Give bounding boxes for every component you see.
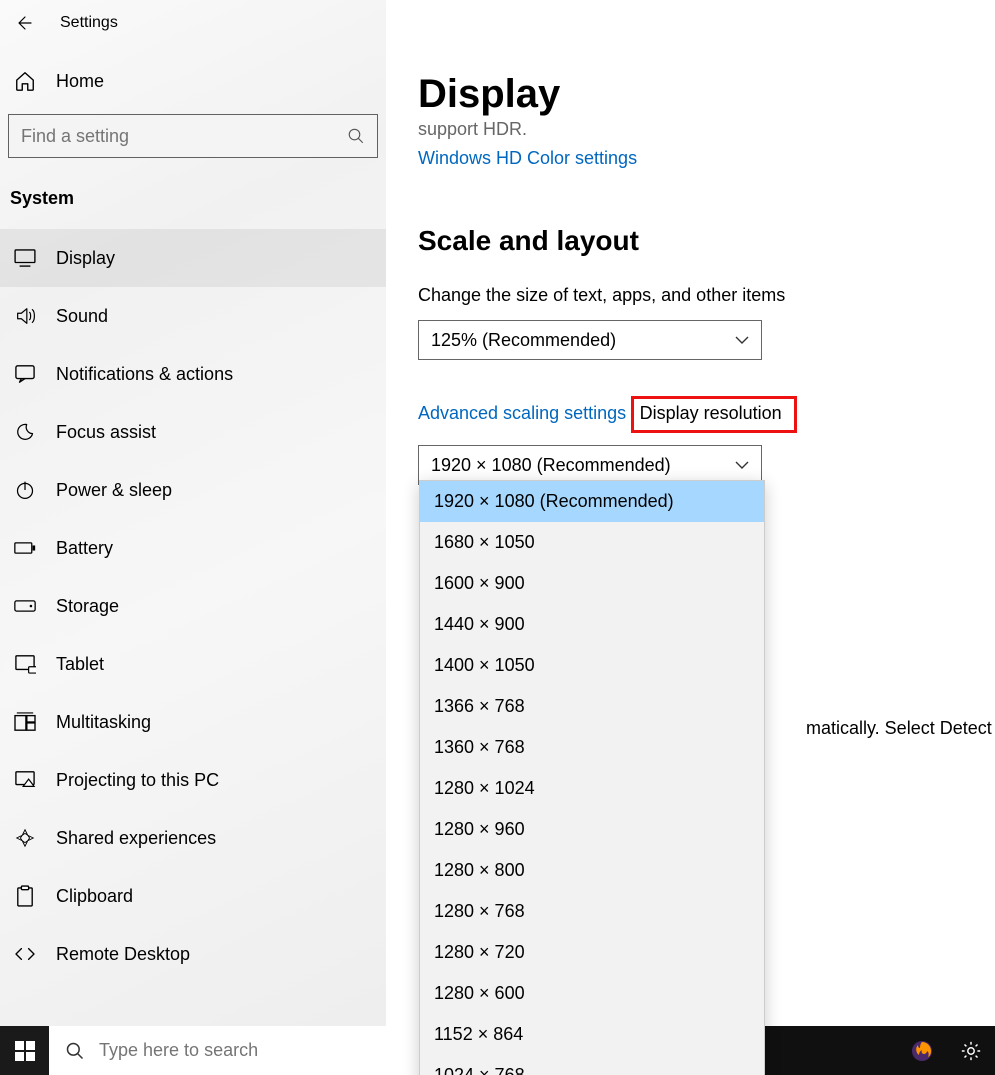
sidebar-nav: Display Sound Notifications & actions Fo… <box>0 229 386 983</box>
resolution-option[interactable]: 1400 × 1050 <box>420 645 764 686</box>
sidebar-item-label: Sound <box>56 306 108 327</box>
back-button[interactable] <box>14 12 36 34</box>
sidebar-item-label: Storage <box>56 596 119 617</box>
sidebar-item-tablet[interactable]: Tablet <box>0 635 386 693</box>
sound-icon <box>14 305 36 327</box>
resolution-option[interactable]: 1280 × 1024 <box>420 768 764 809</box>
taskbar-firefox[interactable] <box>897 1026 946 1075</box>
sidebar-item-label: Focus assist <box>56 422 156 443</box>
sidebar-item-shared-experiences[interactable]: Shared experiences <box>0 809 386 867</box>
projecting-icon <box>14 769 36 791</box>
resolution-option[interactable]: 1440 × 900 <box>420 604 764 645</box>
sidebar-item-multitasking[interactable]: Multitasking <box>0 693 386 751</box>
hdr-subtext: support HDR. <box>418 119 975 140</box>
scale-select-value: 125% (Recommended) <box>431 330 616 351</box>
sidebar-item-label: Power & sleep <box>56 480 172 501</box>
clipboard-icon <box>14 885 36 907</box>
power-icon <box>14 479 36 501</box>
taskbar-settings[interactable] <box>946 1026 995 1075</box>
sidebar-item-notifications[interactable]: Notifications & actions <box>0 345 386 403</box>
resolution-option[interactable]: 1280 × 720 <box>420 932 764 973</box>
resolution-option[interactable]: 1152 × 864 <box>420 1014 764 1055</box>
resolution-select[interactable]: 1920 × 1080 (Recommended) <box>418 445 762 485</box>
storage-icon <box>14 595 36 617</box>
arrow-left-icon <box>16 14 34 32</box>
shared-icon <box>14 827 36 849</box>
sidebar-item-clipboard[interactable]: Clipboard <box>0 867 386 925</box>
sidebar-item-label: Remote Desktop <box>56 944 190 965</box>
page-title: Display <box>418 0 975 117</box>
sidebar-item-battery[interactable]: Battery <box>0 519 386 577</box>
tablet-icon <box>14 653 36 675</box>
resolution-option[interactable]: 1280 × 768 <box>420 891 764 932</box>
advanced-scaling-link[interactable]: Advanced scaling settings <box>418 403 626 424</box>
resolution-option[interactable]: 1280 × 800 <box>420 850 764 891</box>
sidebar-home[interactable]: Home <box>0 58 386 104</box>
sidebar-item-focus-assist[interactable]: Focus assist <box>0 403 386 461</box>
resolution-option[interactable]: 1600 × 900 <box>420 563 764 604</box>
chevron-down-icon <box>735 336 749 344</box>
resolution-option[interactable]: 1920 × 1080 (Recommended) <box>420 481 764 522</box>
scale-heading: Scale and layout <box>418 225 975 257</box>
monitor-icon <box>14 247 36 269</box>
sidebar-item-label: Notifications & actions <box>56 364 233 385</box>
window-title: Settings <box>60 14 118 32</box>
sidebar-item-label: Shared experiences <box>56 828 216 849</box>
multitasking-icon <box>14 711 36 733</box>
resolution-label-highlight: Display resolution <box>631 396 797 433</box>
scale-label: Change the size of text, apps, and other… <box>418 285 975 306</box>
sidebar-item-display[interactable]: Display <box>0 229 386 287</box>
windows-icon <box>15 1041 35 1061</box>
titlebar: Settings <box>0 0 386 58</box>
search-icon <box>65 1041 85 1061</box>
resolution-option[interactable]: 1024 × 768 <box>420 1055 764 1075</box>
battery-icon <box>14 537 36 559</box>
home-icon <box>14 70 36 92</box>
resolution-select-value: 1920 × 1080 (Recommended) <box>431 455 671 476</box>
search-input-wrapper[interactable] <box>8 114 378 158</box>
sidebar-item-label: Display <box>56 248 115 269</box>
sidebar-home-label: Home <box>56 71 104 92</box>
resolution-option[interactable]: 1280 × 600 <box>420 973 764 1014</box>
notifications-icon <box>14 363 36 385</box>
chevron-down-icon <box>735 461 749 469</box>
gear-icon <box>960 1040 982 1062</box>
taskbar-search[interactable] <box>49 1026 419 1075</box>
firefox-icon <box>910 1039 934 1063</box>
sidebar-item-label: Clipboard <box>56 886 133 907</box>
sidebar-item-storage[interactable]: Storage <box>0 577 386 635</box>
resolution-label: Display resolution <box>640 403 782 423</box>
resolution-option[interactable]: 1280 × 960 <box>420 809 764 850</box>
sidebar-search <box>0 104 386 174</box>
sidebar-item-label: Battery <box>56 538 113 559</box>
resolution-option[interactable]: 1680 × 1050 <box>420 522 764 563</box>
taskbar-search-input[interactable] <box>99 1040 403 1061</box>
resolution-option[interactable]: 1360 × 768 <box>420 727 764 768</box>
sidebar-item-power-sleep[interactable]: Power & sleep <box>0 461 386 519</box>
sidebar-item-label: Multitasking <box>56 712 151 733</box>
remote-desktop-icon <box>14 943 36 965</box>
search-input[interactable] <box>21 126 347 147</box>
moon-icon <box>14 421 36 443</box>
search-icon <box>347 127 365 145</box>
sidebar: Settings Home System Display Sound <box>0 0 386 1075</box>
resolution-dropdown[interactable]: 1920 × 1080 (Recommended)1680 × 10501600… <box>419 480 765 1075</box>
start-button[interactable] <box>0 1026 49 1075</box>
hd-color-link[interactable]: Windows HD Color settings <box>418 148 637 169</box>
sidebar-item-projecting[interactable]: Projecting to this PC <box>0 751 386 809</box>
sidebar-item-sound[interactable]: Sound <box>0 287 386 345</box>
sidebar-item-label: Projecting to this PC <box>56 770 219 791</box>
resolution-option[interactable]: 1366 × 768 <box>420 686 764 727</box>
sidebar-item-remote-desktop[interactable]: Remote Desktop <box>0 925 386 983</box>
sidebar-section-title: System <box>0 174 386 229</box>
sidebar-item-label: Tablet <box>56 654 104 675</box>
scale-select[interactable]: 125% (Recommended) <box>418 320 762 360</box>
behind-dropdown-text: matically. Select Detect to <box>806 718 995 739</box>
